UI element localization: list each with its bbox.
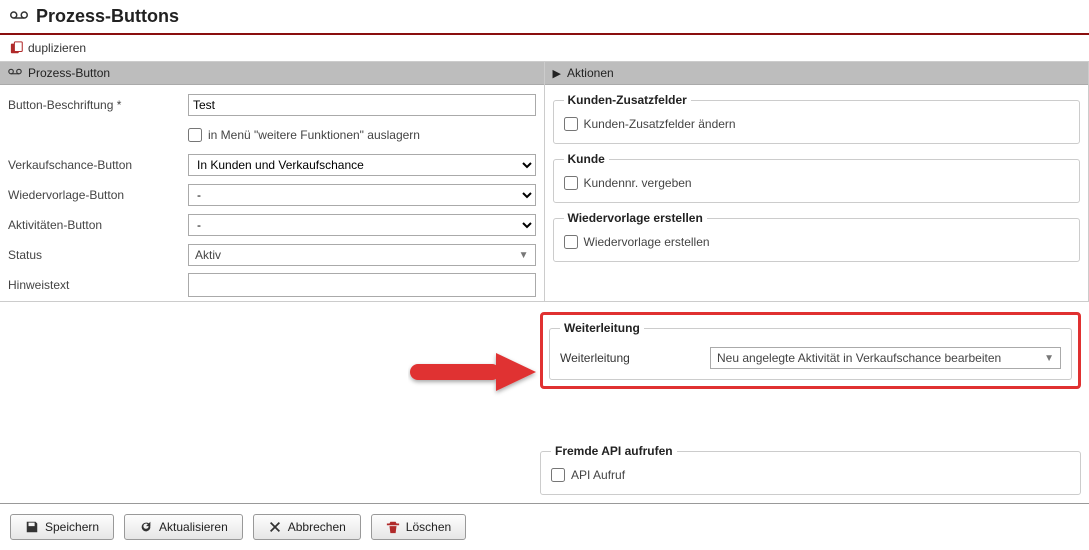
resub-legend: Wiedervorlage erstellen (564, 211, 707, 225)
refresh-button[interactable]: Aktualisieren (124, 514, 243, 540)
fieldset-customer: Kunde Kundennr. vergeben (553, 152, 1081, 203)
duplicate-icon (10, 41, 24, 55)
customer-checkbox[interactable] (564, 176, 578, 190)
left-panel: Prozess-Button Button-Beschriftung * in … (0, 62, 545, 302)
fieldset-resub: Wiedervorlage erstellen Wiedervorlage er… (553, 211, 1081, 262)
delete-label: Löschen (406, 520, 451, 534)
refresh-label: Aktualisieren (159, 520, 228, 534)
voicemail-icon (8, 67, 22, 79)
left-panel-title: Prozess-Button (28, 66, 110, 80)
voicemail-icon (10, 8, 28, 26)
chevron-down-icon: ▼ (1044, 353, 1054, 364)
footer-bar: Speichern Aktualisieren Abbrechen Lösche… (0, 503, 1089, 550)
weiterleitung-row-label: Weiterleitung (560, 351, 700, 365)
customer-legend: Kunde (564, 152, 609, 166)
save-button[interactable]: Speichern (10, 514, 114, 540)
fieldset-extrafields: Kunden-Zusatzfelder Kunden-Zusatzfelder … (553, 93, 1081, 144)
delete-button[interactable]: Löschen (371, 514, 466, 540)
cancel-button[interactable]: Abbrechen (253, 514, 361, 540)
button-label-input[interactable] (188, 94, 536, 116)
weiterleitung-select[interactable]: Neu angelegte Aktivität in Verkaufschanc… (710, 347, 1061, 369)
extrafields-legend: Kunden-Zusatzfelder (564, 93, 691, 107)
status-value: Aktiv (195, 248, 221, 262)
status-select[interactable]: Aktiv ▼ (188, 244, 536, 266)
save-icon (25, 520, 39, 534)
duplicate-label: duplizieren (28, 41, 86, 55)
cancel-label: Abbrechen (288, 520, 346, 534)
status-label: Status (8, 248, 188, 262)
sales-button-label: Verkaufschance-Button (8, 158, 188, 172)
outsource-checkbox[interactable] (188, 128, 202, 142)
right-panel-title: Aktionen (567, 66, 614, 80)
triangle-right-icon: ▶ (553, 67, 561, 80)
right-panel: ▶ Aktionen Kunden-Zusatzfelder Kunden-Zu… (544, 62, 1089, 302)
trash-icon (386, 520, 400, 534)
highlight-box: Weiterleitung Weiterleitung Neu angelegt… (540, 312, 1081, 389)
page-title: Prozess-Buttons (36, 6, 179, 27)
callout-area: Weiterleitung Weiterleitung Neu angelegt… (0, 302, 1089, 432)
weiterleitung-value: Neu angelegte Aktivität in Verkaufschanc… (717, 351, 1001, 365)
red-arrow-icon (408, 347, 538, 397)
toolbar: duplizieren (0, 35, 1089, 62)
fieldset-api: Fremde API aufrufen API Aufruf (540, 444, 1081, 495)
button-label-label: Button-Beschriftung * (8, 98, 188, 112)
fieldset-weiterleitung: Weiterleitung Weiterleitung Neu angelegt… (549, 321, 1072, 380)
hint-label: Hinweistext (8, 278, 188, 292)
activity-button-select[interactable]: - (188, 214, 536, 236)
panels-container: Prozess-Button Button-Beschriftung * in … (0, 62, 1089, 302)
refresh-icon (139, 520, 153, 534)
api-legend: Fremde API aufrufen (551, 444, 677, 458)
extrafields-chk-label: Kunden-Zusatzfelder ändern (584, 117, 736, 131)
left-panel-header: Prozess-Button (0, 62, 544, 85)
save-label: Speichern (45, 520, 99, 534)
chevron-down-icon: ▼ (519, 250, 529, 261)
right-panel-header: ▶ Aktionen (545, 62, 1089, 85)
resub-button-label: Wiedervorlage-Button (8, 188, 188, 202)
resub-button-select[interactable]: - (188, 184, 536, 206)
page-header: Prozess-Buttons (0, 0, 1089, 35)
api-chk-label: API Aufruf (571, 468, 625, 482)
duplicate-button[interactable]: duplizieren (10, 41, 86, 55)
weiterleitung-legend: Weiterleitung (560, 321, 644, 335)
resub-chk-label: Wiedervorlage erstellen (584, 235, 710, 249)
outsource-label: in Menü "weitere Funktionen" auslagern (208, 128, 420, 142)
activity-button-label: Aktivitäten-Button (8, 218, 188, 232)
resub-checkbox[interactable] (564, 235, 578, 249)
extrafields-checkbox[interactable] (564, 117, 578, 131)
hint-textarea[interactable] (188, 273, 536, 297)
close-icon (268, 520, 282, 534)
sales-button-select[interactable]: In Kunden und Verkaufschance (188, 154, 536, 176)
api-checkbox[interactable] (551, 468, 565, 482)
customer-chk-label: Kundennr. vergeben (584, 176, 692, 190)
